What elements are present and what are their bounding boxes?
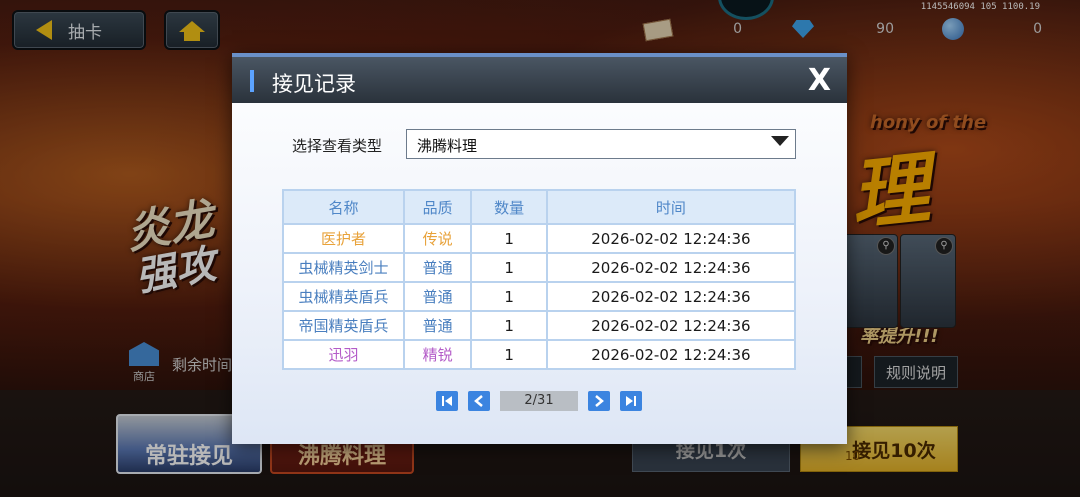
column-header-quality: 品质 xyxy=(402,189,473,225)
record-quality: 传说 xyxy=(402,223,473,254)
chevron-down-icon xyxy=(771,136,789,146)
record-name: 医护者 xyxy=(282,223,405,254)
record-quality: 普通 xyxy=(402,252,473,283)
header-accent-bar xyxy=(250,70,254,92)
page-indicator: 2/31 xyxy=(500,391,578,411)
dialog-title: 接见记录 xyxy=(272,72,356,96)
filter-type-select[interactable]: 沸腾料理 xyxy=(406,129,796,159)
record-time: 2026-02-02 12:24:36 xyxy=(545,252,797,283)
record-count: 1 xyxy=(470,223,548,254)
column-header-name: 名称 xyxy=(282,189,405,225)
record-table: 名称 品质 数量 时间 医护者 传说 1 2026-02-02 12:24:36 虫械精… xyxy=(282,189,797,370)
record-count: 1 xyxy=(470,310,548,341)
record-time: 2026-02-02 12:24:36 xyxy=(545,339,797,370)
prev-page-button[interactable] xyxy=(468,391,490,411)
record-name: 虫械精英盾兵 xyxy=(282,281,405,312)
record-count: 1 xyxy=(470,252,548,283)
table-row: 迅羽 精锐 1 2026-02-02 12:24:36 xyxy=(282,339,797,370)
table-row: 虫械精英剑士 普通 1 2026-02-02 12:24:36 xyxy=(282,252,797,283)
column-header-time: 时间 xyxy=(545,189,797,225)
close-button[interactable]: X xyxy=(808,63,831,99)
chevron-right-icon xyxy=(595,395,604,407)
table-row: 帝国精英盾兵 普通 1 2026-02-02 12:24:36 xyxy=(282,310,797,341)
record-name: 帝国精英盾兵 xyxy=(282,310,405,341)
first-page-icon xyxy=(442,396,452,406)
filter-label: 选择查看类型 xyxy=(292,137,383,155)
chevron-left-icon xyxy=(474,395,483,407)
dialog-header: 接见记录 X xyxy=(232,53,847,103)
column-header-count: 数量 xyxy=(470,189,548,225)
record-name: 虫械精英剑士 xyxy=(282,252,405,283)
record-count: 1 xyxy=(470,281,548,312)
table-body: 医护者 传说 1 2026-02-02 12:24:36 虫械精英剑士 普通 1 2026-0… xyxy=(282,223,797,370)
table-row: 医护者 传说 1 2026-02-02 12:24:36 xyxy=(282,223,797,254)
record-time: 2026-02-02 12:24:36 xyxy=(545,310,797,341)
filter-selected-value: 沸腾料理 xyxy=(417,137,478,155)
table-header-row: 名称 品质 数量 时间 xyxy=(282,189,797,225)
record-name: 迅羽 xyxy=(282,339,405,370)
last-page-icon xyxy=(626,396,636,406)
record-quality: 普通 xyxy=(402,310,473,341)
first-page-button[interactable] xyxy=(436,391,458,411)
record-time: 2026-02-02 12:24:36 xyxy=(545,281,797,312)
pagination: 2/31 xyxy=(436,390,652,412)
record-count: 1 xyxy=(470,339,548,370)
table-row: 虫械精英盾兵 普通 1 2026-02-02 12:24:36 xyxy=(282,281,797,312)
record-dialog: 接见记录 X 选择查看类型 沸腾料理 名称 品质 数量 时间 医护者 传说 1 202… xyxy=(232,53,847,444)
record-quality: 普通 xyxy=(402,281,473,312)
record-quality: 精锐 xyxy=(402,339,473,370)
next-page-button[interactable] xyxy=(588,391,610,411)
record-time: 2026-02-02 12:24:36 xyxy=(545,223,797,254)
last-page-button[interactable] xyxy=(620,391,642,411)
